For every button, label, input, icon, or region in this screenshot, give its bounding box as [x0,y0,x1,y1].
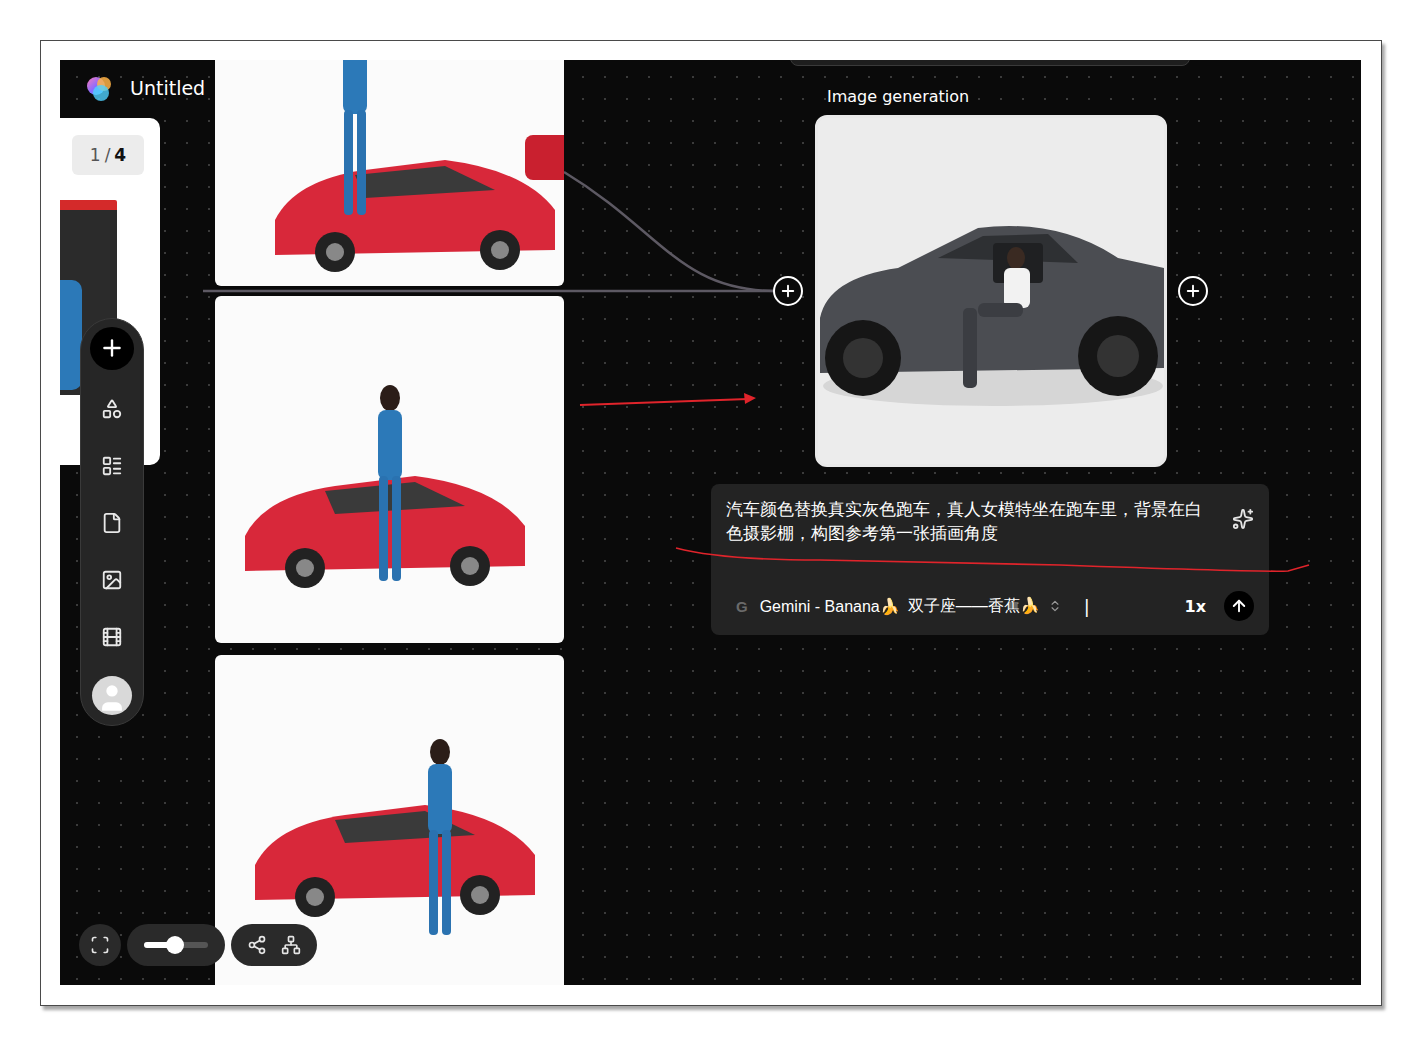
file-button[interactable] [94,505,130,540]
generated-photo [818,118,1164,464]
send-button[interactable] [1224,591,1254,621]
layout-button[interactable] [94,449,130,484]
chevrons-icon [1048,599,1062,613]
top-toolbar [790,60,1190,66]
prompt-panel: 汽车颜色替换真实灰色跑车，真人女模特坐在跑车里，背景在白色摄影棚，构图参考第一张… [711,484,1269,635]
shapes-button[interactable] [94,392,130,427]
model-select[interactable]: GGemini - Banana🍌双子座——香蕉🍌 [736,596,1062,617]
film-icon [101,626,123,648]
image-edit-icon [101,569,123,591]
image-card[interactable] [215,60,564,286]
focus-icon [90,935,110,955]
enhance-prompt-button[interactable] [1232,508,1254,530]
auto-layout-button[interactable] [281,935,301,955]
screenshot-page: Untitled 1/4 Image generation 汽车颜色替换真实灰色跑车，… [0,0,1421,1046]
file-icon [101,512,123,534]
side-toolbar [80,318,144,726]
plus-icon [1184,282,1202,300]
connections-button[interactable] [247,935,267,955]
document-title[interactable]: Untitled [130,76,205,100]
layout-icon [101,455,123,477]
video-button[interactable] [94,619,130,654]
plus-icon [779,282,797,300]
zoom-track[interactable] [144,942,208,948]
annotation-arrow [580,399,748,405]
share-nodes-icon [247,935,267,955]
screenshot-frame: Untitled 1/4 Image generation 汽车颜色替换真实灰色跑车，… [40,40,1382,1006]
generated-image[interactable] [815,115,1167,467]
user-avatar[interactable] [92,676,132,715]
output-connector-button[interactable] [1178,276,1208,306]
user-icon [95,681,129,715]
input-connector-button[interactable] [773,276,803,306]
illustration-image[interactable] [215,60,564,286]
image-edit-button[interactable] [94,562,130,597]
bottom-controls [79,924,317,966]
node-title: Image generation [827,86,969,108]
shapes-icon [101,398,123,420]
sparkles-icon [1232,508,1254,530]
app-logo-icon[interactable] [84,72,116,104]
plus-icon [99,335,125,361]
fit-view-button[interactable] [79,924,121,966]
annotation-underline [676,548,1309,571]
prompt-input[interactable]: 汽车颜色替换真实灰色跑车，真人女模特坐在跑车里，背景在白色摄影棚，构图参考第一张… [726,498,1212,546]
text-cursor: | [1084,596,1090,617]
zoom-knob[interactable] [166,936,184,954]
add-button[interactable] [90,327,134,370]
workflow-canvas[interactable]: Untitled 1/4 Image generation 汽车颜色替换真实灰色跑车，… [60,60,1361,985]
network-icon [281,935,301,955]
layout-controls [231,924,317,966]
page-indicator: 1/4 [72,135,144,175]
arrow-head-icon [744,393,756,404]
app-header: Untitled [84,72,205,104]
image-card[interactable] [215,296,564,643]
illustration-image[interactable] [215,296,564,643]
arrow-up-icon [1230,597,1248,615]
zoom-slider[interactable] [127,924,225,966]
count-select[interactable]: 1x [1185,597,1206,616]
provider-icon: G [736,598,748,615]
